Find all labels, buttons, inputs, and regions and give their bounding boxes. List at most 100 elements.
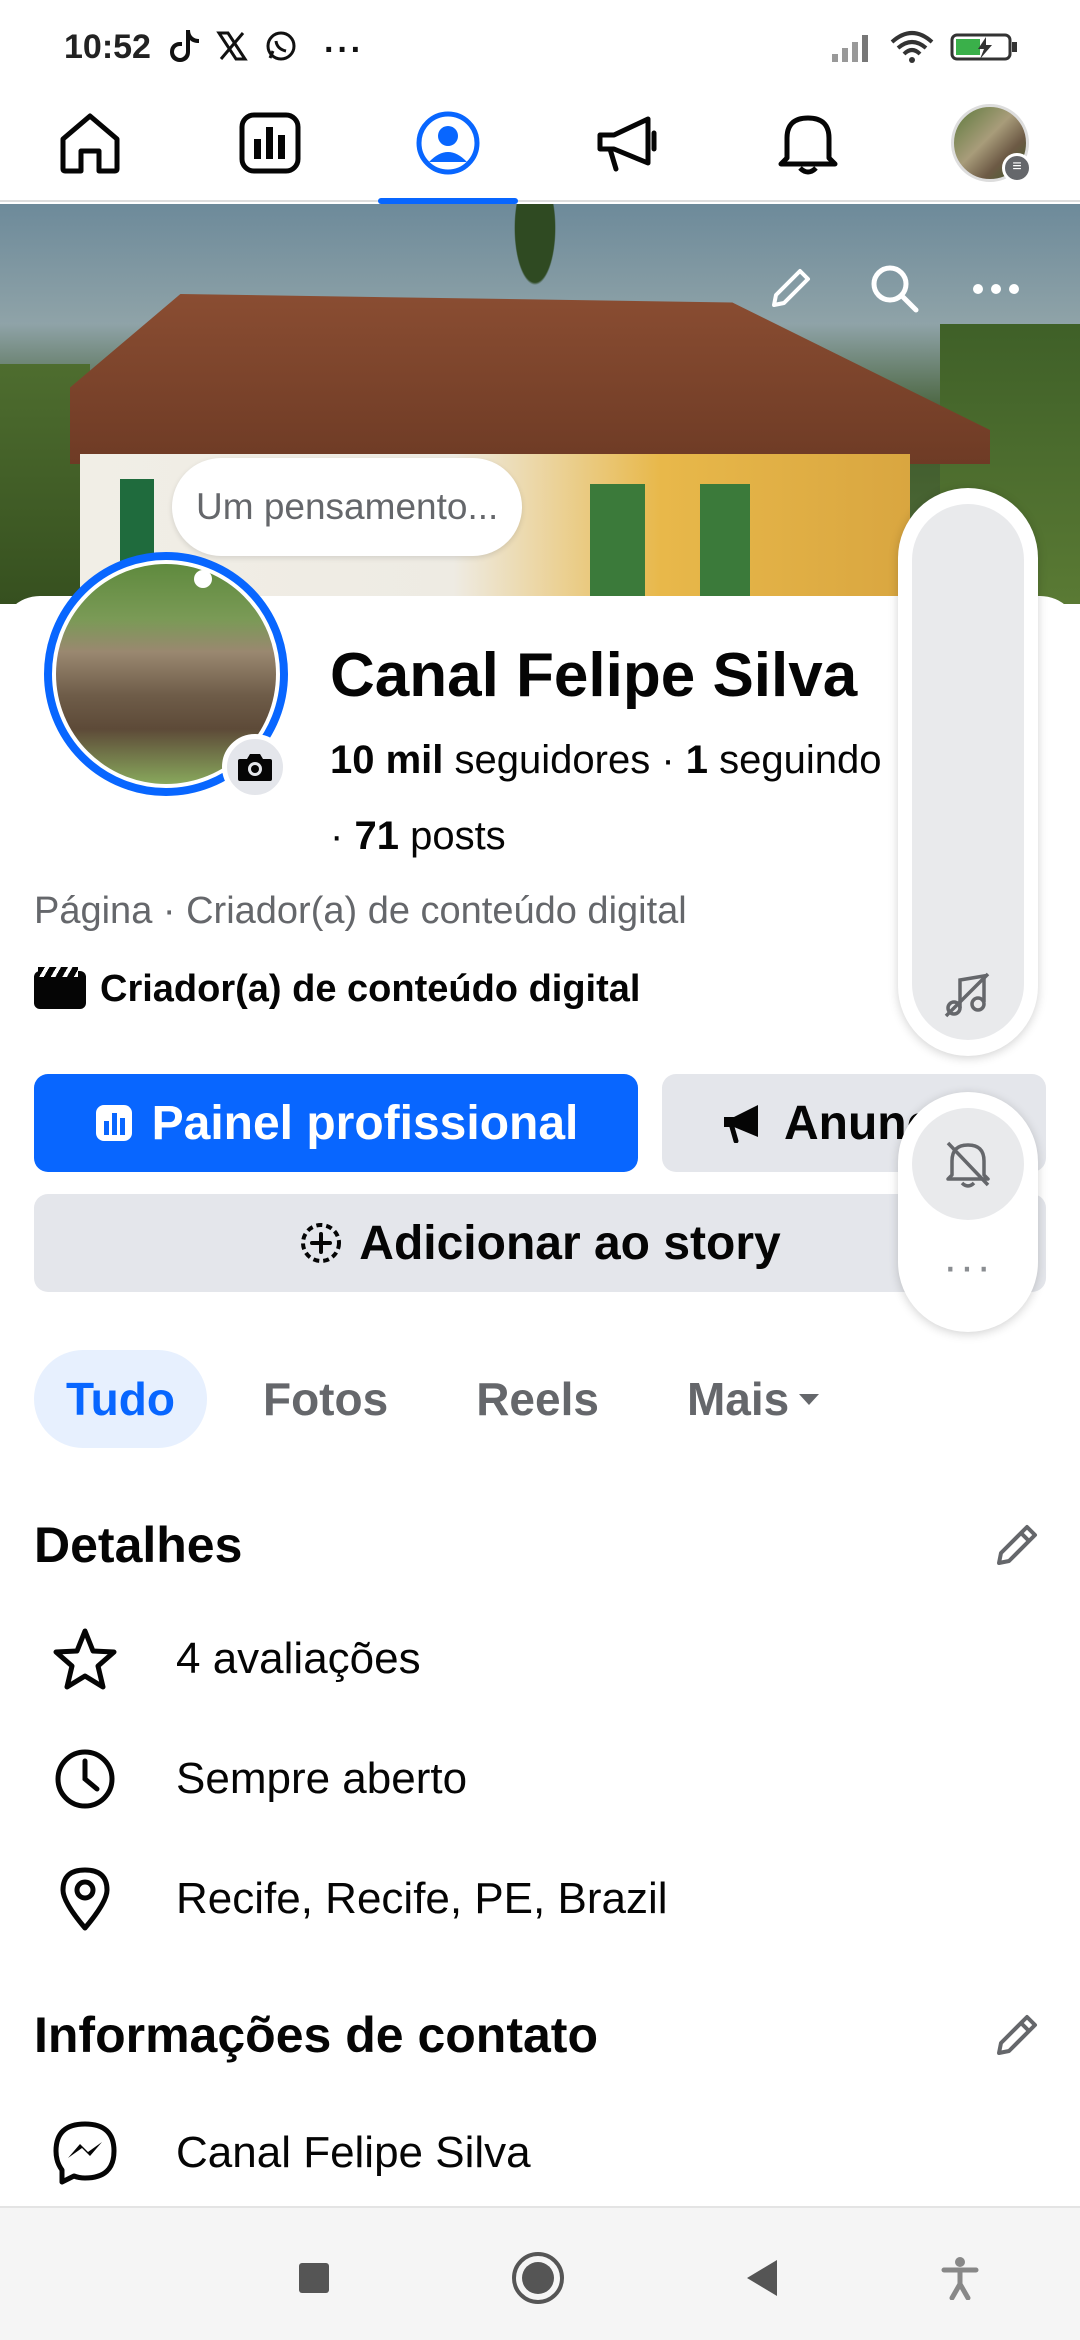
account-avatar: ≡ — [951, 104, 1032, 183]
mute-notifications-button[interactable] — [912, 1108, 1024, 1220]
location-text: Recife, Recife, PE, Brazil — [176, 1874, 668, 1923]
x-icon — [216, 30, 248, 69]
pencil-icon — [997, 2015, 1037, 2055]
pencil-icon — [772, 269, 810, 307]
caret-down-icon — [799, 1394, 820, 1405]
music-off-button[interactable] — [942, 970, 992, 1025]
clock-icon — [50, 1744, 120, 1814]
android-navigation-bar — [0, 2206, 1080, 2340]
profile-tabs: Tudo Fotos Reels Mais — [34, 1350, 877, 1448]
thought-bubble[interactable]: Um pensamento... — [172, 458, 523, 556]
stats-line: 10 mil seguidores · 1 seguindo — [330, 738, 882, 783]
following-count[interactable]: 1 — [686, 738, 708, 782]
posts-count: 71 — [354, 814, 399, 858]
detail-location[interactable]: Recife, Recife, PE, Brazil — [50, 1864, 668, 1934]
bell-off-icon — [946, 1141, 990, 1188]
whatsapp-icon — [264, 29, 298, 70]
floating-actions: ··· — [898, 1092, 1038, 1332]
followers-label[interactable]: seguidores — [455, 738, 651, 782]
search-button[interactable] — [868, 262, 920, 319]
more-horizontal-icon — [973, 283, 1019, 294]
tab-all[interactable]: Tudo — [34, 1350, 207, 1448]
creator-category: Criador(a) de conteúdo digital — [34, 966, 641, 1011]
bell-icon — [778, 115, 838, 175]
tiktok-icon — [168, 28, 200, 71]
status-bar: 10:52 ··· — [0, 0, 1080, 84]
reviews-text: 4 avaliações — [176, 1634, 421, 1683]
cover-actions — [766, 262, 1020, 319]
contact-messenger[interactable]: Canal Felipe Silva — [50, 2118, 531, 2188]
following-label[interactable]: seguindo — [719, 738, 881, 782]
home-icon — [60, 113, 120, 174]
clapperboard-icon — [34, 966, 86, 1009]
battery-charging-icon — [950, 31, 1020, 68]
posts-line: · 71 posts — [330, 814, 506, 859]
more-notifications-icon: ··· — [324, 30, 364, 69]
signal-icon — [830, 32, 874, 67]
dashboard-icon — [95, 1105, 132, 1141]
nav-notifications[interactable] — [728, 84, 888, 202]
posts-separator: · — [330, 814, 344, 858]
stats-separator: · — [661, 738, 675, 782]
accessibility-icon — [941, 2257, 979, 2300]
search-icon — [871, 265, 919, 313]
floating-more-button[interactable]: ··· — [898, 1242, 1038, 1302]
notification-icons: ··· — [168, 28, 364, 71]
status-time: 10:52 — [64, 28, 151, 66]
top-navigation: ≡ — [0, 84, 1080, 204]
megaphone-icon — [724, 1105, 758, 1143]
edit-details-button[interactable] — [988, 1514, 1048, 1574]
nav-home[interactable] — [10, 84, 170, 202]
page-name: Canal Felipe Silva — [330, 641, 858, 710]
add-to-story-label: Adicionar ao story — [359, 1216, 781, 1270]
detail-reviews[interactable]: 4 avaliações — [50, 1624, 421, 1694]
square-icon — [299, 2263, 329, 2293]
system-status-icons — [830, 30, 1020, 69]
followers-count[interactable]: 10 mil — [330, 738, 443, 782]
detail-hours: Sempre aberto — [50, 1744, 467, 1814]
floating-panel — [898, 488, 1038, 1056]
dashboard-icon — [239, 112, 301, 174]
wifi-icon — [890, 30, 934, 69]
profile-icon — [416, 111, 480, 175]
tab-more[interactable]: Mais — [655, 1350, 853, 1448]
triangle-back-icon — [747, 2260, 777, 2296]
accessibility-button[interactable] — [930, 2248, 990, 2308]
thought-bubble-tail — [194, 570, 212, 588]
pencil-icon — [997, 1525, 1037, 1565]
edit-contact-button[interactable] — [988, 2004, 1048, 2064]
hours-text: Sempre aberto — [176, 1754, 468, 1803]
tab-reels[interactable]: Reels — [444, 1350, 631, 1448]
add-to-story-button[interactable]: Adicionar ao story — [34, 1194, 1046, 1292]
change-photo-button[interactable] — [222, 734, 288, 800]
contact-title: Informações de contato — [34, 2007, 598, 2063]
posts-label: posts — [410, 814, 506, 858]
recents-button[interactable] — [284, 2248, 344, 2308]
nav-ads[interactable] — [548, 84, 708, 202]
star-icon — [50, 1624, 120, 1694]
messenger-text: Canal Felipe Silva — [176, 2128, 531, 2177]
creator-label: Criador(a) de conteúdo digital — [100, 968, 641, 1010]
nav-account-menu[interactable]: ≡ — [910, 84, 1070, 202]
location-pin-icon — [50, 1864, 120, 1934]
tab-more-label: Mais — [686, 1373, 790, 1425]
menu-icon: ≡ — [1002, 153, 1032, 183]
details-title: Detalhes — [34, 1517, 243, 1573]
home-button[interactable] — [508, 2248, 568, 2308]
megaphone-icon — [597, 116, 657, 172]
professional-dashboard-label: Painel profissional — [151, 1096, 579, 1150]
tab-photos[interactable]: Fotos — [231, 1350, 420, 1448]
camera-icon — [238, 754, 272, 781]
floating-panel-track — [912, 504, 1024, 1040]
edit-cover-button[interactable] — [766, 263, 816, 318]
back-button[interactable] — [732, 2248, 792, 2308]
music-off-icon — [944, 972, 990, 1018]
professional-dashboard-button[interactable]: Painel profissional — [34, 1074, 638, 1172]
messenger-icon — [50, 2118, 120, 2188]
nav-dashboard[interactable] — [190, 84, 350, 202]
more-options-button[interactable] — [972, 282, 1020, 300]
page-category: Página · Criador(a) de conteúdo digital — [34, 890, 687, 932]
add-story-icon — [301, 1223, 342, 1263]
nav-profile[interactable] — [368, 84, 528, 204]
circle-icon — [512, 2252, 564, 2304]
